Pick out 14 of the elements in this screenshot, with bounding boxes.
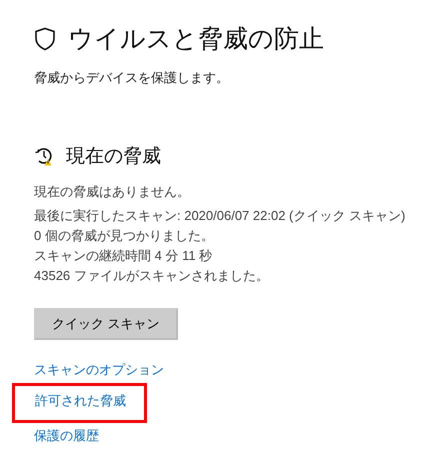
scan-detail: 0 個の脅威が見つかりました。 <box>34 227 215 245</box>
history-warning-icon <box>34 146 54 166</box>
link[interactable]: 保護の履歴 <box>34 428 99 443</box>
status-text: 現在の脅威はありません。 <box>34 183 191 201</box>
scan-detail: 43526 ファイルがスキャンされました。 <box>34 267 270 285</box>
shield-icon <box>34 26 56 50</box>
quick-scan-button[interactable]: クイック スキャン <box>34 308 178 340</box>
scan-detail: 最後に実行したスキャン: 2020/06/07 22:02 (クイック スキャン) <box>34 207 406 225</box>
page-title: ウイルスと脅威の防止 <box>68 24 324 55</box>
section-heading: 現在の脅威 <box>66 145 161 169</box>
link[interactable]: スキャンのオプション <box>34 362 164 377</box>
link[interactable]: 許可された脅威 <box>35 393 126 408</box>
page-subtitle: 脅威からデバイスを保護します。 <box>34 69 230 87</box>
scan-detail: スキャンの継続時間 4 分 11 秒 <box>34 247 214 265</box>
